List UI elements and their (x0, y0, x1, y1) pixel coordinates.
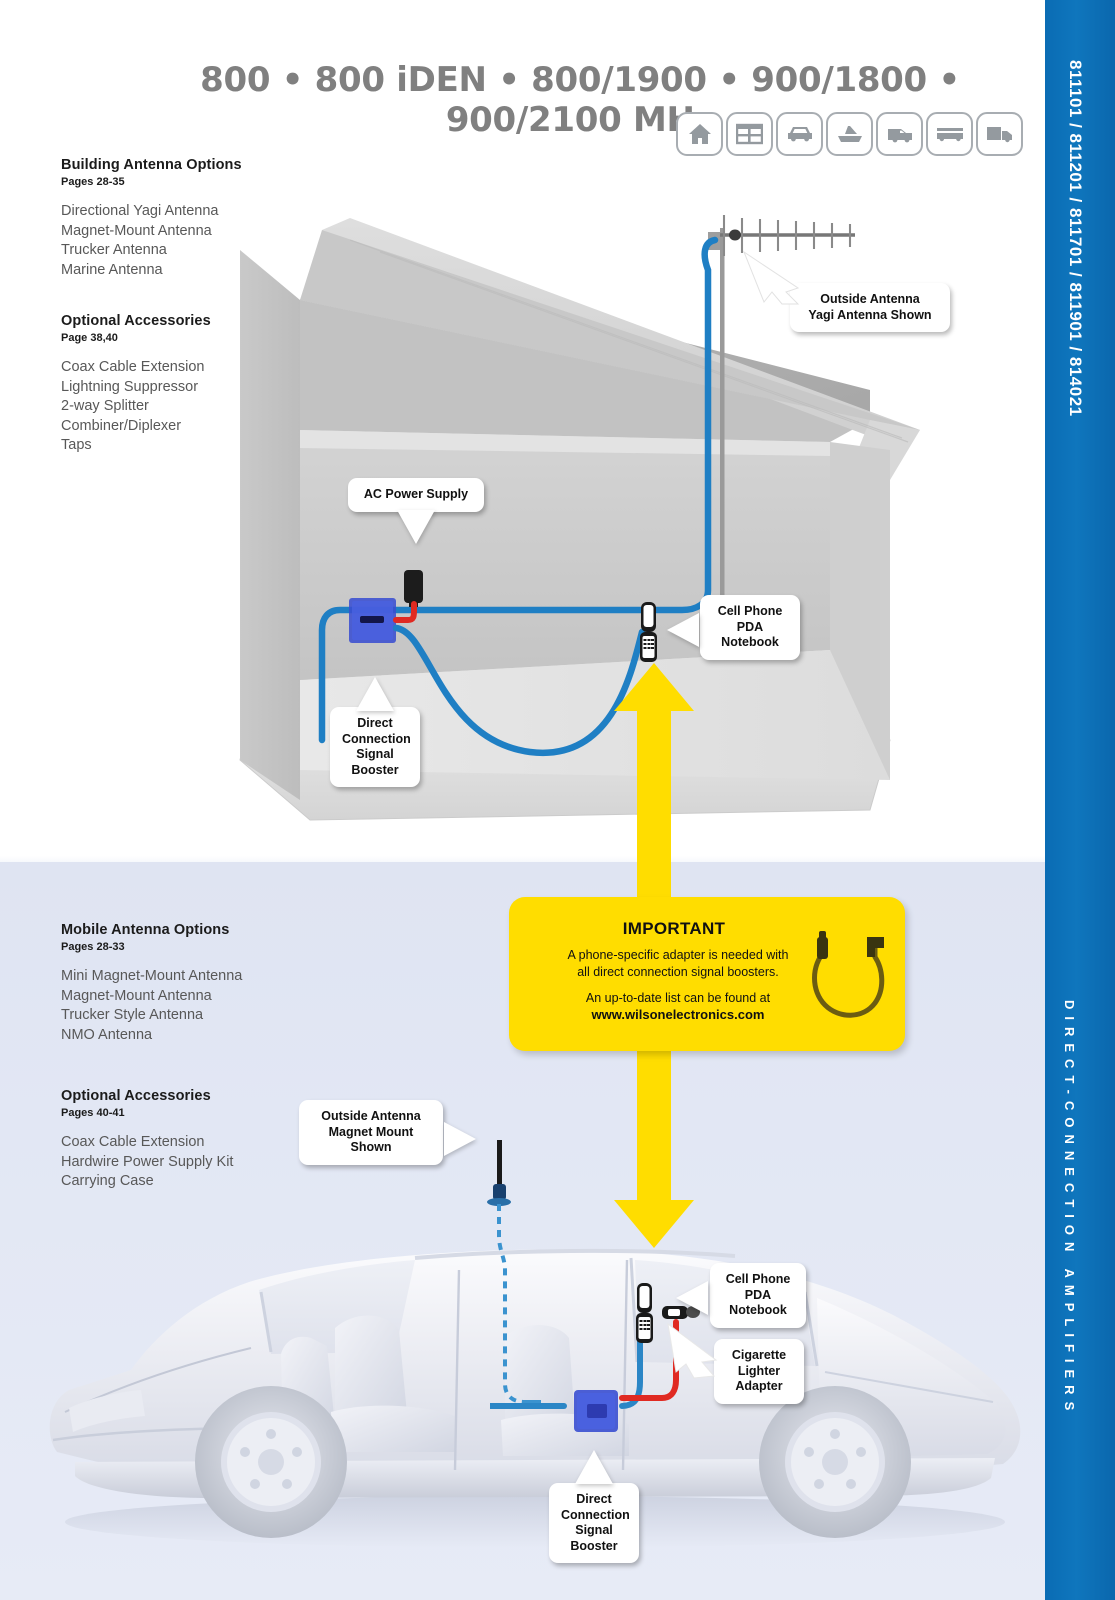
list-item: Taps (61, 437, 92, 454)
callout-line: Cigarette (731, 1348, 787, 1362)
pointer-outside-antenna-car (444, 1122, 476, 1156)
list-item: Lightning Suppressor (61, 378, 199, 395)
section-pages: Pages 40-41 (61, 1107, 125, 1119)
list-item: Mini Magnet-Mount Antenna (61, 968, 243, 984)
callout-line: PDA (744, 1287, 772, 1302)
building-optional-accessories: Optional Accessories Page 38,40 Coax Cab… (61, 313, 291, 456)
callout-line: Adapter (735, 1379, 783, 1393)
pointer-device-building (667, 613, 699, 647)
callout-ac-power-supply: AC Power Supply (348, 478, 484, 512)
important-notice: IMPORTANT A phone-specific adapter is ne… (509, 897, 905, 1051)
callout-line: Connection (342, 731, 411, 746)
category-label: DIRECT-CONNECTION AMPLIFIERS (1062, 1000, 1077, 1418)
important-body-line-3: An up-to-date list can be found at (585, 991, 771, 1005)
list-item: Magnet-Mount Antenna (61, 987, 212, 1004)
section-heading: Mobile Antenna Options (61, 922, 230, 938)
car-icon (776, 112, 823, 156)
callout-device-building: Cell Phone PDA Notebook (700, 595, 800, 660)
callout-booster-building: Direct Connection Signal Booster (330, 707, 420, 787)
callout-line: Signal (575, 1523, 613, 1537)
list-item: Magnet-Mount Antenna (61, 222, 212, 239)
office-building-icon (726, 112, 773, 156)
application-icons (676, 112, 1023, 156)
callout-line: Connection (561, 1507, 630, 1522)
list-item: NMO Antenna (61, 1026, 153, 1043)
section-heading: Optional Accessories (61, 313, 211, 329)
callout-line: Direct (357, 716, 393, 730)
callout-line: Cell Phone (717, 604, 783, 618)
adapter-cable-icon (812, 931, 885, 1018)
building-antenna-options: Building Antenna Options Pages 28-35 Dir… (61, 157, 291, 280)
truck-icon (976, 112, 1023, 156)
house-icon (676, 112, 723, 156)
list-item: Directional Yagi Antenna (61, 203, 219, 219)
important-body-line-2: all direct connection signal boosters. (577, 965, 779, 979)
callout-line: Notebook (729, 1303, 787, 1317)
rv-icon (926, 112, 973, 156)
pointer-cigarette-lighter-adapter (667, 1322, 718, 1379)
cell-phone-building (640, 602, 657, 662)
callout-outside-antenna-car: Outside Antenna Magnet Mount Shown (299, 1100, 443, 1165)
callout-line: Cell Phone (725, 1272, 791, 1286)
callout-cigarette-lighter-adapter: Cigarette Lighter Adapter (714, 1339, 804, 1404)
cell-phone-car (636, 1283, 653, 1343)
callout-line: PDA (736, 619, 764, 634)
website-url: www.wilsonelectronics.com (591, 1007, 765, 1022)
section-pages: Page 38,40 (61, 332, 118, 344)
list-item: Coax Cable Extension (61, 359, 205, 375)
callout-booster-car: Direct Connection Signal Booster (549, 1483, 639, 1563)
important-body-line-1: A phone-specific adapter is needed with (567, 948, 789, 962)
antenna-options-list: Directional Yagi Antenna Magnet-Mount An… (61, 202, 291, 280)
list-item: Trucker Antenna (61, 242, 167, 259)
accessories-list: Coax Cable Extension Lightning Suppresso… (61, 358, 291, 456)
list-item: 2-way Splitter (61, 398, 149, 415)
callout-line: Magnet Mount Shown (328, 1124, 414, 1155)
callout-line: Outside Antenna (820, 292, 920, 306)
pointer-outside-antenna-building (742, 250, 800, 305)
important-title: IMPORTANT (622, 919, 726, 938)
callout-line: Lighter (737, 1363, 781, 1378)
catalog-page: 811101 / 811201 / 811701 / 811901 / 8140… (0, 0, 1115, 1600)
callout-line: Signal (356, 747, 394, 761)
boat-icon (826, 112, 873, 156)
section-heading: Optional Accessories (61, 1088, 211, 1104)
callout-line: Notebook (721, 635, 779, 649)
callout-device-car: Cell Phone PDA Notebook (710, 1263, 806, 1328)
pointer-device-car (676, 1281, 708, 1315)
yellow-arrow-head-up (614, 663, 694, 711)
pointer-ac-power-supply (397, 510, 435, 544)
list-item: Trucker Style Antenna (61, 1007, 204, 1024)
callout-outside-antenna-building: Outside Antenna Yagi Antenna Shown (790, 283, 950, 332)
callout-line: Booster (351, 762, 399, 777)
section-pages: Pages 28-33 (61, 941, 125, 953)
callout-line: Outside Antenna (321, 1109, 421, 1123)
mobile-antenna-options-list: Mini Magnet-Mount Antenna Magnet-Mount A… (61, 967, 291, 1045)
callout-line: Booster (570, 1538, 618, 1553)
van-icon (876, 112, 923, 156)
list-item: Combiner/Diplexer (61, 417, 182, 434)
list-item: Marine Antenna (61, 261, 163, 278)
part-numbers-label: 811101 / 811201 / 811701 / 811901 / 8140… (1066, 60, 1085, 417)
section-pages: Pages 28-35 (61, 176, 125, 188)
callout-line: Direct (576, 1492, 612, 1506)
pointer-booster-building (356, 677, 394, 711)
callout-line: AC Power Supply (363, 487, 469, 501)
section-heading: Building Antenna Options (61, 157, 242, 173)
callout-line: Yagi Antenna Shown (808, 307, 932, 322)
right-sidebar: 811101 / 811201 / 811701 / 811901 / 8140… (1045, 0, 1115, 1600)
mobile-antenna-options: Mobile Antenna Options Pages 28-33 Mini … (61, 922, 291, 1045)
pointer-booster-car (575, 1450, 613, 1484)
